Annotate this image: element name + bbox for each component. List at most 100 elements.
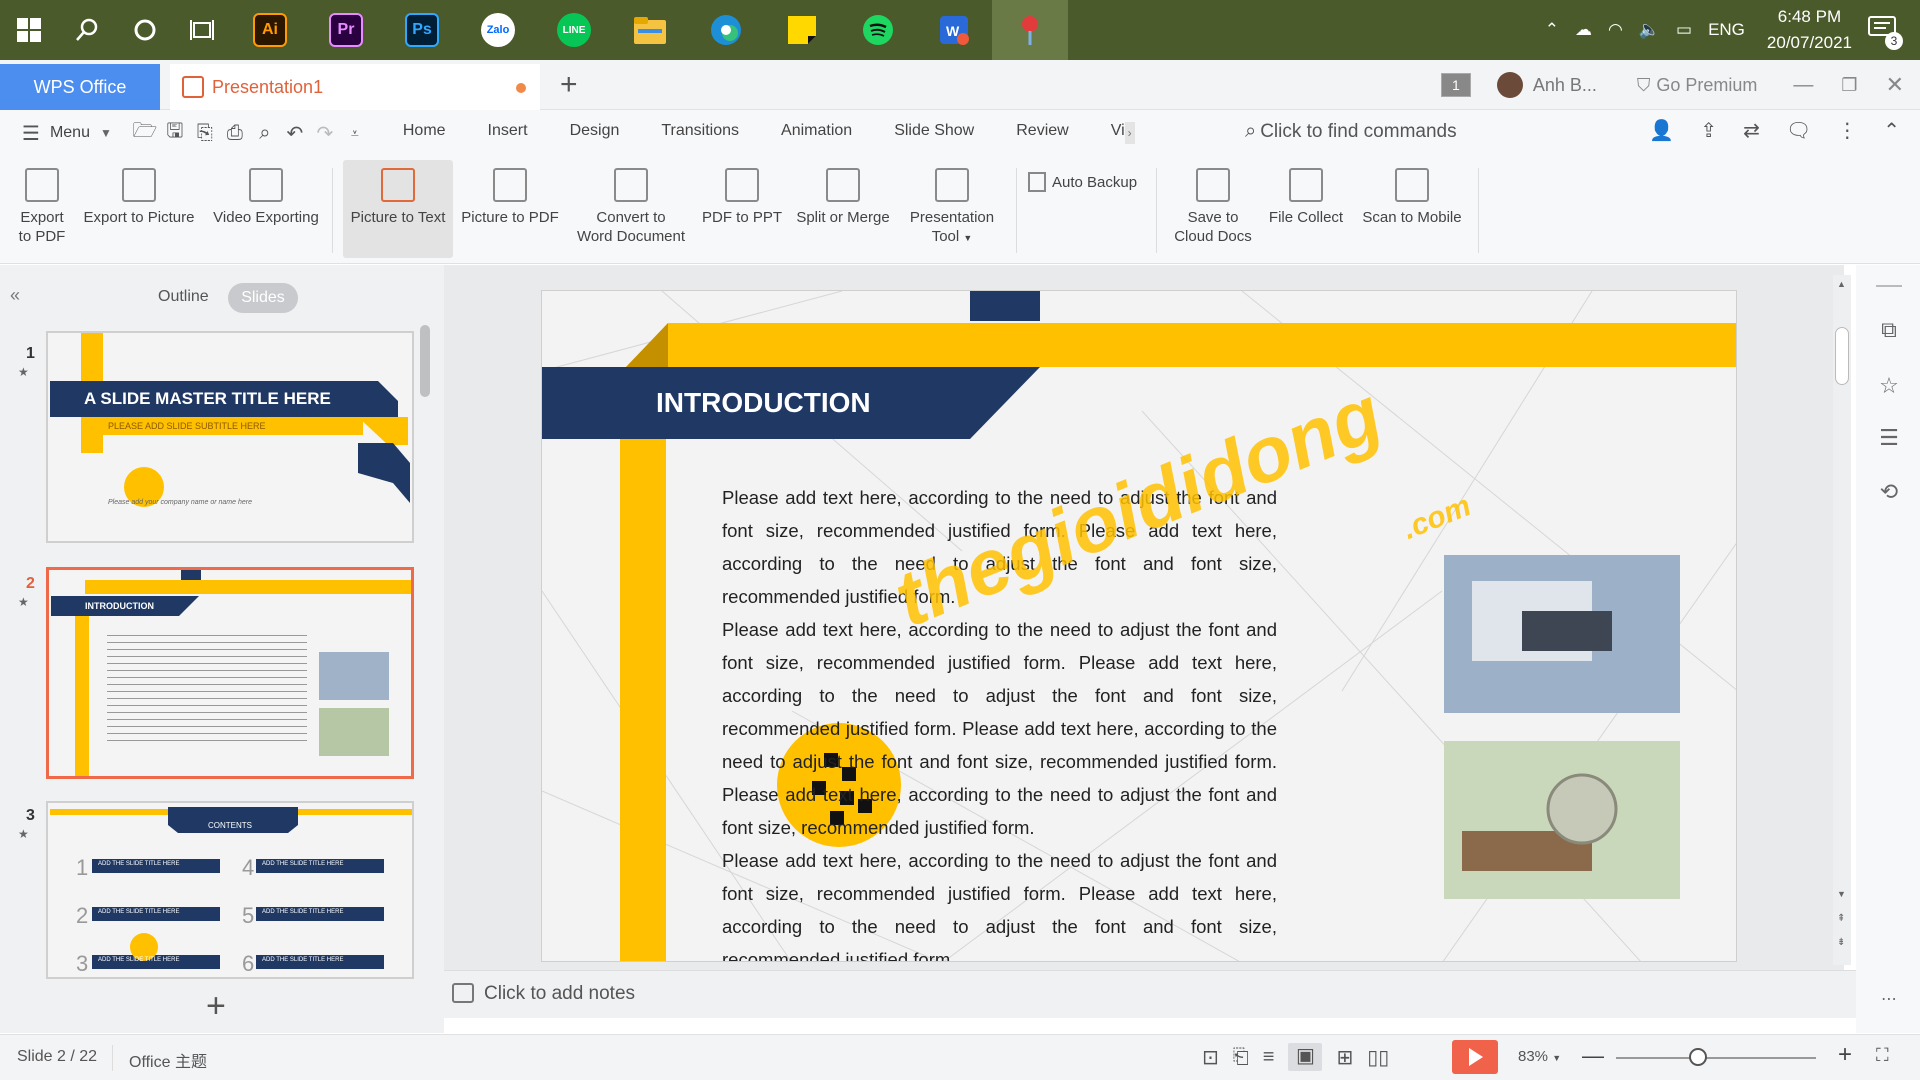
command-search[interactable]: ⌕ Click to find commands (1245, 120, 1457, 143)
more-options-icon[interactable]: ⋮ (1837, 118, 1857, 143)
notes-area[interactable]: Click to add notes (444, 970, 1856, 1018)
custom-animation-star-icon[interactable]: ☆ (1876, 373, 1902, 399)
scroll-up-arrow-icon[interactable]: ▲ (1837, 279, 1846, 289)
notification-center-icon[interactable]: 3 (1866, 10, 1906, 50)
edge-browser-icon[interactable] (688, 0, 764, 60)
sticky-notes-icon[interactable] (764, 0, 840, 60)
minimize-icon[interactable]: — (1793, 74, 1813, 97)
format-painter-icon[interactable]: ⎘ (190, 118, 220, 148)
print-preview-icon[interactable]: ⌕ (250, 118, 280, 148)
wps-office-home-tab[interactable]: WPS Office (0, 64, 160, 110)
search-icon[interactable] (58, 0, 116, 60)
tab-animation[interactable]: Animation (781, 122, 852, 144)
zalo-app-icon[interactable]: Zalo (460, 0, 536, 60)
collapse-pane-icon[interactable]: « (10, 285, 20, 306)
more-panel-icon[interactable]: ⋯ (1876, 989, 1902, 1015)
zoom-level[interactable]: 83% ▼ (1518, 1048, 1561, 1065)
fit-window-icon[interactable]: ⛶ (1876, 1045, 1889, 1066)
next-slide-icon[interactable]: ⇟ (1837, 937, 1845, 948)
spotify-icon[interactable] (840, 0, 916, 60)
cortana-icon[interactable] (116, 0, 174, 60)
volume-icon[interactable]: 🔈 (1639, 20, 1660, 40)
document-tab[interactable]: Presentation1 (170, 64, 540, 110)
windows-start-icon[interactable] (0, 0, 58, 60)
add-slide-plus-icon[interactable]: + (206, 987, 226, 1026)
slide-title[interactable]: INTRODUCTION (656, 387, 871, 419)
slide-layout-icon[interactable]: ⧉ (1876, 317, 1902, 343)
picture-to-pdf-button[interactable]: Picture to PDF (460, 160, 560, 258)
scrollbar-thumb[interactable] (1835, 327, 1849, 385)
line-app-icon[interactable]: LINE (536, 0, 612, 60)
presentation-tool-button[interactable]: Presentation Tool ▼ (904, 160, 1000, 258)
pin-app-icon[interactable] (992, 0, 1068, 60)
tab-home[interactable]: Home (403, 122, 446, 144)
comment-icon[interactable]: 🗨 (1786, 118, 1811, 143)
slide-thumbnail-3[interactable]: CONTENTS 1 4 2 5 3 6 ADD THE SLIDE TITLE… (46, 801, 414, 979)
redo-icon[interactable]: ↷ (310, 118, 340, 148)
tab-slides[interactable]: Slides (228, 283, 298, 313)
premiere-app-icon[interactable]: Pr (308, 0, 384, 60)
split-or-merge-button[interactable]: Split or Merge (790, 160, 896, 258)
tab-outline[interactable]: Outline (158, 288, 209, 306)
tab-scroll-right-icon[interactable]: › (1124, 122, 1135, 144)
file-collect-button[interactable]: File Collect (1266, 160, 1346, 258)
slide-sorter-icon[interactable]: ⊞ (1336, 1045, 1353, 1070)
restore-icon[interactable]: ❐ (1841, 75, 1857, 96)
picture-to-text-button[interactable]: Picture to Text (343, 160, 453, 258)
collapse-ribbon-icon[interactable]: ⌃ (1883, 118, 1900, 143)
normal-view-icon[interactable]: ▣ (1288, 1043, 1323, 1071)
task-view-icon[interactable] (174, 0, 232, 60)
battery-icon[interactable]: ▭ (1676, 20, 1692, 40)
theme-name[interactable]: Office 主题 (129, 1048, 207, 1072)
scroll-down-arrow-icon[interactable]: ▼ (1837, 889, 1846, 899)
tab-view[interactable]: Vi (1111, 122, 1125, 144)
open-folder-icon[interactable]: 🗁 (130, 118, 160, 148)
video-exporting-button[interactable]: Video Exporting (208, 160, 324, 258)
share-user-icon[interactable]: 👤 (1649, 118, 1674, 143)
tab-slide-show[interactable]: Slide Show (894, 122, 974, 144)
photoshop-app-icon[interactable]: Ps (384, 0, 460, 60)
wifi-icon[interactable]: ◠ (1608, 20, 1623, 40)
zoom-in-icon[interactable]: + (1838, 1041, 1852, 1069)
slide-thumbnail-1[interactable]: A SLIDE MASTER TITLE HERE PLEASE ADD SLI… (46, 331, 414, 543)
zoom-slider[interactable] (1616, 1057, 1816, 1059)
customize-toolbar-icon[interactable]: ⩡ (340, 118, 370, 148)
notes-toggle-icon[interactable]: ≡ (1263, 1046, 1275, 1069)
pdf-to-ppt-button[interactable]: PDF to PPT (700, 160, 784, 258)
zoom-out-icon[interactable]: — (1582, 1043, 1604, 1069)
tab-design[interactable]: Design (570, 122, 620, 144)
tab-insert[interactable]: Insert (488, 122, 528, 144)
scan-to-mobile-button[interactable]: Scan to Mobile (1356, 160, 1468, 258)
file-explorer-icon[interactable] (612, 0, 688, 60)
new-tab-plus-icon[interactable]: + (560, 68, 578, 102)
chevron-up-icon[interactable]: ⌃ (1545, 20, 1559, 40)
current-slide[interactable]: INTRODUCTION Please add text here, accor… (541, 290, 1737, 962)
play-slideshow-button[interactable] (1452, 1040, 1498, 1074)
avatar[interactable] (1496, 72, 1523, 98)
comment-sync-icon[interactable]: ⇄ (1743, 118, 1760, 143)
export-to-pdf-button[interactable]: Export to PDF (14, 160, 70, 258)
clock[interactable]: 6:48 PM 20/07/2021 (1767, 4, 1852, 56)
properties-sliders-icon[interactable]: ☰ (1876, 425, 1902, 451)
canvas-scrollbar[interactable]: ▲ ▼ ⇞ ⇟ (1833, 275, 1851, 965)
protect-icon[interactable]: ⊡ (1202, 1045, 1219, 1070)
undo-icon[interactable]: ↶ (280, 118, 310, 148)
illustrator-app-icon[interactable]: Ai (232, 0, 308, 60)
history-icon[interactable]: ⟲ (1876, 479, 1902, 505)
window-count-badge[interactable]: 1 (1440, 73, 1471, 97)
user-name[interactable]: Anh B... (1533, 75, 1597, 96)
main-menu-button[interactable]: ☰ Menu ▼ (22, 121, 112, 146)
save-to-cloud-docs-button[interactable]: Save to Cloud Docs (1166, 160, 1260, 258)
previous-slide-icon[interactable]: ⇞ (1837, 913, 1845, 924)
save-icon[interactable]: 🖫 (160, 118, 190, 148)
share-icon[interactable]: ⇪ (1700, 118, 1717, 143)
convert-to-word-button[interactable]: Convert to Word Document (568, 160, 694, 258)
close-icon[interactable]: ✕ (1886, 72, 1904, 98)
wps-office-taskbar-icon[interactable]: W (916, 0, 992, 60)
tab-transitions[interactable]: Transitions (661, 122, 739, 144)
print-icon[interactable]: ⎙ (220, 118, 250, 148)
comment-panel-icon[interactable]: ⎗ (1233, 1046, 1249, 1069)
export-to-picture-button[interactable]: Export to Picture (80, 160, 198, 258)
language-indicator[interactable]: ENG (1708, 20, 1745, 40)
reading-view-icon[interactable]: ▯▯ (1367, 1045, 1389, 1070)
